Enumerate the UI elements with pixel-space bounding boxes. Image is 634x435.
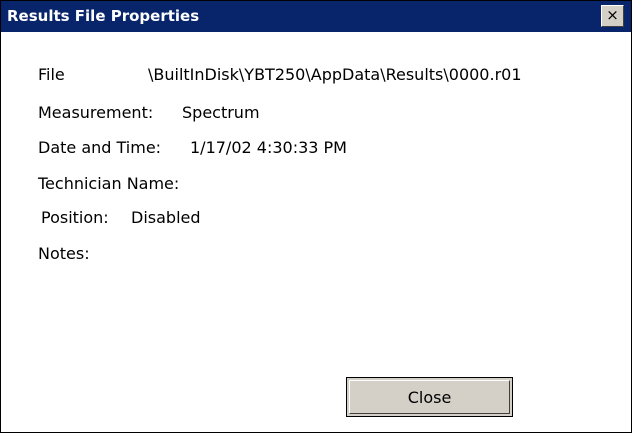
position-value: Disabled bbox=[131, 208, 201, 227]
results-file-properties-dialog: Results File Properties × File \BuiltInD… bbox=[0, 0, 632, 433]
dialog-body: File \BuiltInDisk\YBT250\AppData\Results… bbox=[1, 32, 631, 432]
notes-label: Notes: bbox=[38, 244, 90, 263]
date-time-value: 1/17/02 4:30:33 PM bbox=[190, 138, 347, 157]
file-label: File bbox=[38, 65, 65, 84]
position-label: Position: bbox=[41, 208, 109, 227]
date-time-label: Date and Time: bbox=[38, 138, 162, 157]
dialog-title: Results File Properties bbox=[7, 7, 200, 25]
close-icon[interactable]: × bbox=[601, 5, 624, 27]
measurement-label: Measurement: bbox=[38, 103, 154, 122]
close-button[interactable]: Close bbox=[346, 377, 513, 417]
file-path-value: \BuiltInDisk\YBT250\AppData\Results\0000… bbox=[148, 65, 522, 84]
measurement-value: Spectrum bbox=[182, 103, 260, 122]
title-bar[interactable]: Results File Properties × bbox=[1, 1, 631, 32]
close-button-label: Close bbox=[349, 380, 510, 414]
technician-name-label: Technician Name: bbox=[38, 174, 180, 193]
